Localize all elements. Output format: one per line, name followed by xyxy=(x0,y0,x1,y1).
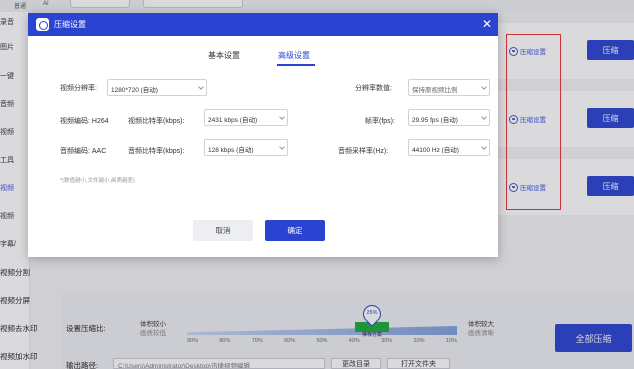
tab-advanced-settings[interactable]: 高级设置 xyxy=(278,50,310,61)
sample-rate-value: 44100 Hz (自动) xyxy=(412,147,459,154)
frame-rate-label: 帧率(fps): xyxy=(365,118,395,125)
video-codec-label: 视频编码: H264 xyxy=(60,118,109,125)
cancel-button[interactable]: 取消 xyxy=(193,220,253,241)
dialog-header: 压缩设置 ✕ xyxy=(28,13,498,36)
frame-rate-value: 29.95 fps (自动) xyxy=(412,117,458,124)
frame-rate-select[interactable]: 29.95 fps (自动) xyxy=(408,109,490,126)
sample-rate-label: 音频采样率(Hz): xyxy=(338,148,389,155)
chevron-down-icon xyxy=(198,84,204,90)
active-tab-indicator xyxy=(277,64,315,66)
resolution-value-select[interactable]: 保持原视频比例 xyxy=(408,79,490,96)
chevron-down-icon xyxy=(481,114,487,120)
app-logo-icon xyxy=(36,18,49,31)
dialog-title: 压缩设置 xyxy=(54,20,86,29)
resolution-value-label: 分辨率数值: xyxy=(355,85,392,92)
resolution-value-text: 保持原视频比例 xyxy=(412,87,458,94)
audio-bitrate-label: 音频比特率(kbps): xyxy=(128,148,185,155)
chevron-down-icon xyxy=(481,144,487,150)
video-bitrate-select[interactable]: 2431 kbps (自动) xyxy=(204,109,288,126)
audio-bitrate-value: 128 kbps (自动) xyxy=(208,147,254,154)
close-icon[interactable]: ✕ xyxy=(482,17,492,31)
confirm-button[interactable]: 确定 xyxy=(265,220,325,241)
resolution-value: 1280*720 (自动) xyxy=(111,87,158,94)
chevron-down-icon xyxy=(279,114,285,120)
resolution-select[interactable]: 1280*720 (自动) xyxy=(107,79,207,96)
video-bitrate-value: 2431 kbps (自动) xyxy=(208,117,258,124)
chevron-down-icon xyxy=(481,84,487,90)
compress-settings-dialog: 压缩设置 ✕ 基本设置 高级设置 视频分辨率: 1280*720 (自动) 分辨… xyxy=(28,13,498,257)
video-bitrate-label: 视频比特率(kbps): xyxy=(128,118,185,125)
resolution-label: 视频分辨率: xyxy=(60,85,97,92)
chevron-down-icon xyxy=(279,144,285,150)
audio-codec-label: 音频编码: AAC xyxy=(60,148,107,155)
sample-rate-select[interactable]: 44100 Hz (自动) xyxy=(408,139,490,156)
audio-bitrate-select[interactable]: 128 kbps (自动) xyxy=(204,139,288,156)
hint-text: *(数值越小,文件越小,画质越差) xyxy=(60,178,135,184)
tab-basic-settings[interactable]: 基本设置 xyxy=(208,50,240,61)
